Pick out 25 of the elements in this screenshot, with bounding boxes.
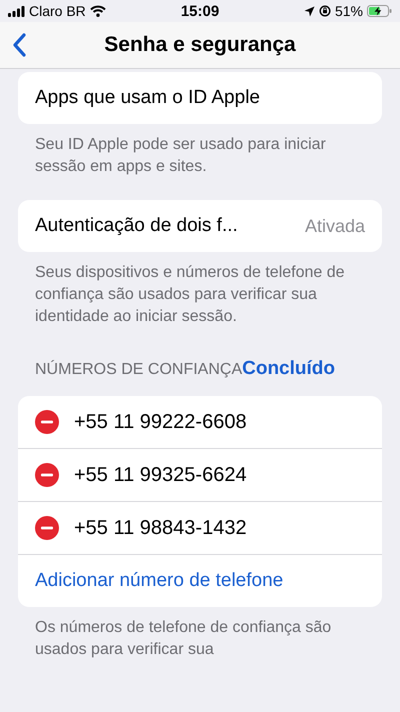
settings-row-label[interactable]: Autenticação de dois f... xyxy=(35,215,305,237)
signal-icon xyxy=(8,6,25,16)
section-footer: Seu ID Apple pode ser usado para iniciar sessão em apps e sites. xyxy=(35,134,365,178)
remove-icon[interactable] xyxy=(35,410,59,434)
done-link[interactable]: Concluído xyxy=(242,358,336,380)
screen-title: Senha e segurança xyxy=(104,33,296,57)
battery-percent: 51% xyxy=(334,3,363,19)
remove-icon[interactable] xyxy=(35,463,59,487)
phone-number: +55 11 99325-6624 xyxy=(74,464,247,486)
battery-charging-icon xyxy=(367,5,392,17)
status-time: 15:09 xyxy=(180,2,220,20)
section-footer: Os números de telefone de confiança são usados para verificar sua xyxy=(35,617,365,661)
carrier-name: Claro BR xyxy=(29,3,86,19)
section-footer: Seus dispositivos e números de telefone de confiança são usados para verificar sua identidade ao iniciar sessão. xyxy=(35,262,365,328)
phone-number: +55 11 99222-6608 xyxy=(74,410,247,434)
section-header: NÚMEROS DE CONFIANÇA xyxy=(35,361,242,379)
location-icon xyxy=(304,6,315,16)
wifi-icon xyxy=(90,5,106,17)
back-icon[interactable] xyxy=(12,33,26,57)
status-value: Ativada xyxy=(304,216,365,236)
phone-number: +55 11 98843-1432 xyxy=(74,516,247,540)
add-phone-link[interactable]: Adicionar número de telefone xyxy=(35,570,284,592)
remove-icon[interactable] xyxy=(35,516,59,540)
lock-rotation-icon xyxy=(318,5,331,17)
settings-row-label[interactable]: Apps que usam o ID Apple xyxy=(35,87,365,109)
